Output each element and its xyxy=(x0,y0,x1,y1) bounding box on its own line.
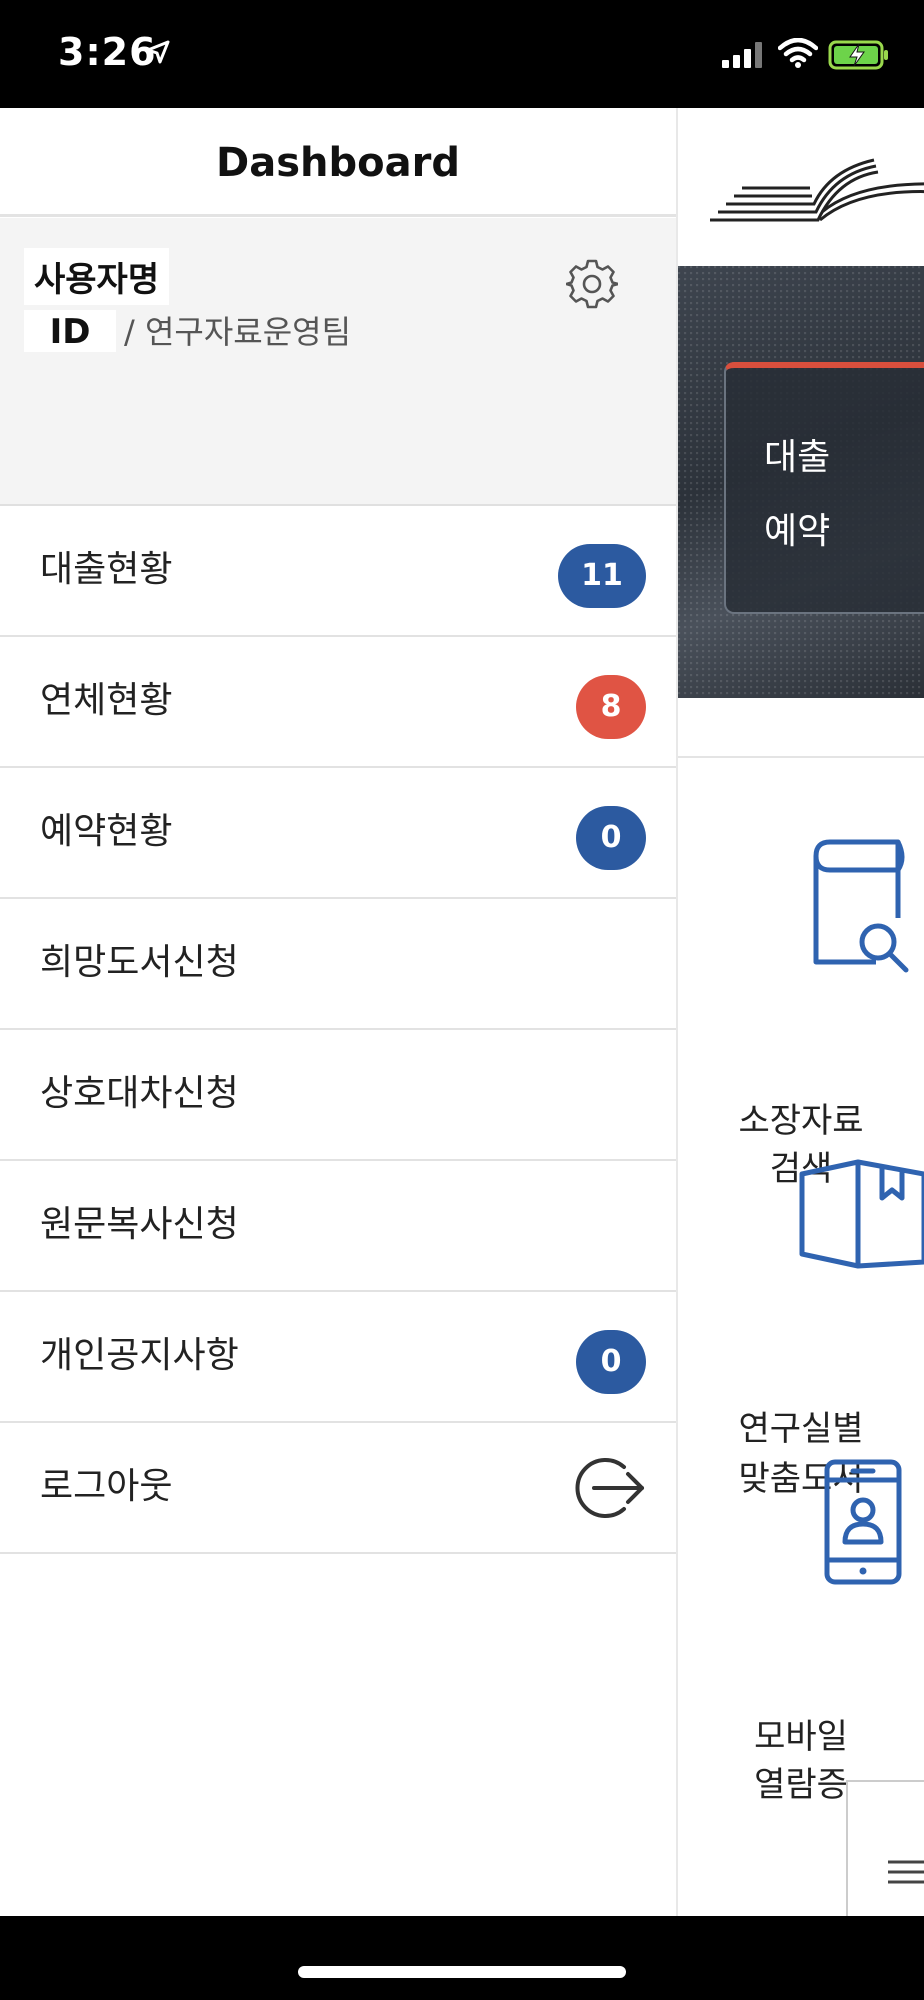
user-name: 사용자명 xyxy=(24,248,170,305)
book-search-icon xyxy=(813,839,909,973)
menu-item-overdue-status[interactable]: 연체현황 8 xyxy=(0,637,676,768)
status-time: 3:26 xyxy=(58,30,157,74)
overdue-count-badge: 8 xyxy=(576,675,646,739)
drawer-title: Dashboard xyxy=(0,108,676,217)
menu-item-logout[interactable]: 로그아웃 xyxy=(0,1423,676,1554)
section-divider xyxy=(678,756,924,758)
menu-item-label: 예약현황 xyxy=(40,811,173,852)
menu-item-book-request[interactable]: 희망도서신청 xyxy=(0,899,676,1030)
loan-count-badge: 11 xyxy=(558,544,646,608)
library-logo-icon xyxy=(710,158,924,222)
quick-menu-label-line1: 모바일 xyxy=(754,1717,848,1757)
home-indicator[interactable] xyxy=(298,1966,626,1978)
main-page-behind-drawer[interactable]: 대출 예약 소장자료 검색 연구실별 맞춤도서 모바일 열람증 xyxy=(678,108,924,1916)
wifi-icon xyxy=(778,38,818,68)
user-team: / 연구자료운영팀 xyxy=(124,313,352,351)
open-book-icon xyxy=(799,1159,924,1269)
menu-item-interlibrary-loan[interactable]: 상호대차신청 xyxy=(0,1030,676,1161)
logout-icon[interactable] xyxy=(572,1455,646,1521)
profile-section: 사용자명 ID / 연구자료운영팀 xyxy=(0,218,676,506)
status-bar: 3:26 xyxy=(0,0,924,108)
menu-item-reservation-status[interactable]: 예약현황 0 xyxy=(0,768,676,899)
menu-item-label: 희망도서신청 xyxy=(40,942,239,983)
gear-icon[interactable] xyxy=(566,258,618,310)
bottom-banner-card[interactable] xyxy=(846,1780,924,1916)
home-indicator-area xyxy=(0,1916,924,2000)
quick-menu-label-line1: 연구실별 xyxy=(738,1409,864,1449)
menu-item-personal-notice[interactable]: 개인공지사항 0 xyxy=(0,1292,676,1423)
menu-item-copy-request[interactable]: 원문복사신청 xyxy=(0,1161,676,1292)
battery-charging-icon xyxy=(828,40,888,70)
drawer-menu: 대출현황 11 연체현황 8 예약현황 0 희망도서신청 상호대차신청 원문복사… xyxy=(0,506,676,1554)
mobile-id-icon xyxy=(824,1459,902,1585)
quick-menu-label-line1: 소장자료 xyxy=(738,1101,864,1141)
logo-fragment-icon xyxy=(888,1860,924,1884)
user-id: ID xyxy=(24,310,116,352)
notice-count-badge: 0 xyxy=(576,1330,646,1394)
menu-item-loan-status[interactable]: 대출현황 11 xyxy=(0,506,676,637)
side-drawer: Dashboard 사용자명 ID / 연구자료운영팀 대출현황 11 연체현황… xyxy=(0,108,678,1916)
menu-item-label: 연체현황 xyxy=(40,680,173,721)
menu-item-label: 개인공지사항 xyxy=(40,1335,239,1376)
app-screen: 대출 예약 소장자료 검색 연구실별 맞춤도서 모바일 열람증 Dashboar… xyxy=(0,108,924,1916)
banner-item-reservation: 예약 xyxy=(764,511,831,552)
hero-banner[interactable]: 대출 예약 xyxy=(678,266,924,698)
reservation-count-badge: 0 xyxy=(576,806,646,870)
menu-item-label: 상호대차신청 xyxy=(40,1073,239,1114)
menu-item-label: 로그아웃 xyxy=(40,1466,173,1507)
banner-item-loan: 대출 xyxy=(764,437,831,478)
location-arrow-icon xyxy=(146,40,170,64)
menu-item-label: 대출현황 xyxy=(40,549,173,590)
menu-item-label: 원문복사신청 xyxy=(40,1204,239,1245)
cellular-signal-icon xyxy=(722,42,762,68)
loan-summary-card[interactable]: 대출 예약 xyxy=(724,362,924,614)
